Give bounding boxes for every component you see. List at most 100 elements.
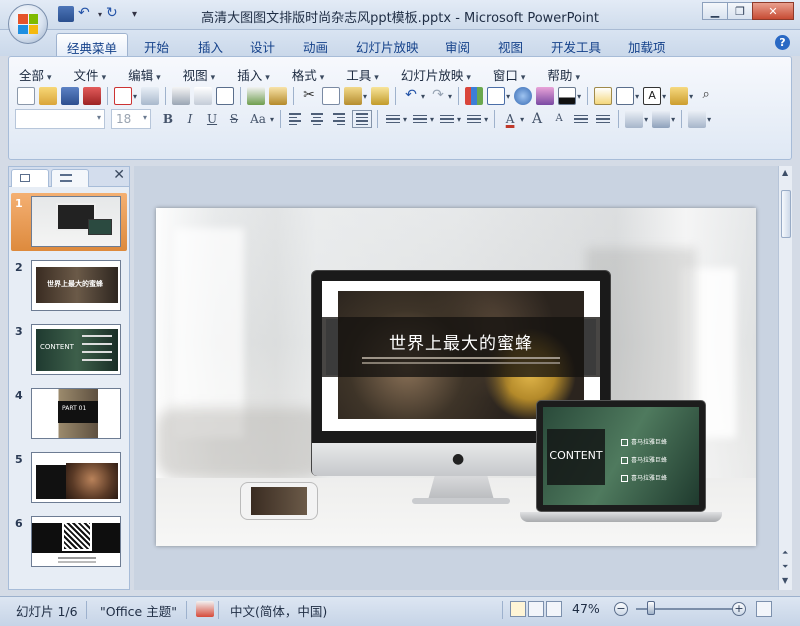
increase-indent-icon[interactable]: [593, 110, 613, 128]
help-icon[interactable]: ?: [775, 35, 790, 50]
shapes-icon[interactable]: [625, 110, 644, 128]
restore-button[interactable]: ❐: [727, 2, 753, 20]
menu-help[interactable]: 帮助 ▾: [547, 65, 580, 84]
hyperlink-icon[interactable]: [514, 87, 533, 105]
shrink-font-button[interactable]: A: [549, 109, 569, 129]
chevron-down-icon[interactable]: ▾: [707, 115, 711, 124]
menu-file[interactable]: 文件 ▾: [74, 65, 107, 84]
chevron-down-icon[interactable]: ▾: [403, 115, 407, 124]
slide-thumbnail-row[interactable]: 1: [11, 193, 127, 251]
table-icon[interactable]: [487, 87, 506, 105]
font-color-button[interactable]: A: [500, 109, 520, 129]
chevron-down-icon[interactable]: ▾: [430, 115, 434, 124]
chevron-down-icon[interactable]: ▾: [448, 92, 452, 101]
permission-icon[interactable]: [83, 87, 101, 105]
zoom-out-icon[interactable]: −: [614, 602, 628, 616]
menu-insert[interactable]: 插入 ▾: [237, 65, 270, 84]
quick-styles-icon[interactable]: [688, 110, 707, 128]
slide-layout-icon[interactable]: [616, 87, 635, 105]
tab-slideshow[interactable]: 幻灯片放映: [346, 33, 429, 56]
slide-thumbnail[interactable]: [31, 516, 121, 567]
redo-icon[interactable]: ↷: [429, 87, 447, 105]
tab-home[interactable]: 开始: [134, 33, 179, 56]
justify-icon[interactable]: [352, 110, 373, 128]
scroll-down-icon[interactable]: ▼: [782, 576, 788, 585]
chart-icon[interactable]: [465, 87, 484, 105]
previous-slide-icon[interactable]: ⏶: [782, 548, 788, 558]
align-right-icon[interactable]: [330, 110, 350, 128]
layout-icon[interactable]: [216, 87, 235, 105]
scroll-thumb[interactable]: [781, 190, 791, 238]
chevron-down-icon[interactable]: ▾: [506, 92, 510, 101]
attach-icon[interactable]: [141, 87, 160, 105]
numbering-icon[interactable]: [437, 110, 457, 128]
slide-thumbnail-row[interactable]: 6: [11, 513, 127, 571]
close-button[interactable]: ✕: [752, 2, 794, 20]
text-box-icon[interactable]: A: [643, 87, 662, 105]
chevron-down-icon[interactable]: ▾: [689, 92, 693, 101]
open-icon[interactable]: [39, 87, 57, 105]
spelling-icon[interactable]: [247, 87, 266, 105]
menu-window[interactable]: 窗口 ▾: [493, 65, 526, 84]
grow-font-button[interactable]: A: [527, 109, 547, 129]
save-icon[interactable]: [61, 87, 79, 105]
bullets-icon[interactable]: [464, 110, 484, 128]
cut-icon[interactable]: ✂: [300, 87, 318, 105]
minimize-button[interactable]: ▁: [702, 2, 728, 20]
slide-thumbnail-row[interactable]: 3 CONTENT: [11, 321, 127, 379]
language-indicator[interactable]: 中文(简体，中国): [230, 601, 327, 620]
menu-view[interactable]: 视图 ▾: [183, 65, 216, 84]
chevron-down-icon[interactable]: ▾: [577, 92, 581, 101]
slide-thumbnail[interactable]: [31, 452, 121, 503]
chevron-down-icon[interactable]: ▾: [363, 92, 367, 101]
strikethrough-button[interactable]: S: [224, 109, 244, 129]
zoom-level[interactable]: 47%: [572, 601, 600, 616]
chevron-down-icon[interactable]: ▾: [520, 115, 524, 124]
vertical-scrollbar[interactable]: ▲ ⏶ ⏷ ▼: [778, 166, 792, 590]
chevron-down-icon[interactable]: ▾: [662, 92, 666, 101]
menu-slideshow[interactable]: 幻灯片放映 ▾: [401, 65, 471, 84]
slide-sorter-view-button[interactable]: [528, 601, 544, 617]
font-family-combo[interactable]: ▾: [15, 109, 105, 129]
search-icon[interactable]: ⌕: [697, 87, 715, 105]
print-preview-icon[interactable]: [194, 87, 213, 105]
slide-thumbnail[interactable]: CONTENT: [31, 324, 121, 375]
tab-outline[interactable]: [51, 169, 89, 187]
chevron-down-icon[interactable]: ▾: [635, 92, 639, 101]
folder-icon[interactable]: [670, 87, 689, 105]
tab-design[interactable]: 设计: [240, 33, 285, 56]
tab-slides[interactable]: [11, 169, 49, 187]
tab-classic-menu[interactable]: 经典菜单: [56, 33, 129, 56]
align-center-icon[interactable]: [308, 110, 328, 128]
research-icon[interactable]: [269, 87, 288, 105]
chevron-down-icon[interactable]: ▾: [484, 115, 488, 124]
chevron-down-icon[interactable]: ▾: [421, 92, 425, 101]
zoom-in-icon[interactable]: +: [732, 602, 746, 616]
italic-button[interactable]: I: [180, 109, 200, 129]
current-slide[interactable]: 世界上最大的蜜蜂 ● CONTENT 喜马拉雅巨蜂 喜马拉雅巨蜂 喜马拉雅巨蜂: [156, 208, 756, 546]
slide-thumbnail[interactable]: [31, 196, 121, 247]
new-slide-icon[interactable]: [594, 87, 613, 105]
slide-thumbnail-row[interactable]: 2 世界上最大的蜜蜂: [11, 257, 127, 315]
undo-icon[interactable]: ↶: [402, 87, 420, 105]
format-painter-icon[interactable]: [371, 87, 390, 105]
clipart-icon[interactable]: [536, 87, 555, 105]
spellcheck-icon[interactable]: [196, 601, 214, 617]
font-size-combo[interactable]: 18 ▾: [111, 109, 151, 129]
scroll-up-icon[interactable]: ▲: [782, 168, 788, 177]
chevron-down-icon[interactable]: ▾: [671, 115, 675, 124]
new-icon[interactable]: [17, 87, 35, 105]
text-direction-icon[interactable]: [410, 110, 430, 128]
bold-button[interactable]: B: [158, 109, 178, 129]
slide-thumbnail-row[interactable]: 5: [11, 449, 127, 507]
columns-icon[interactable]: [383, 110, 403, 128]
fit-to-window-icon[interactable]: [756, 601, 772, 617]
chevron-down-icon[interactable]: ▾: [133, 92, 137, 101]
menu-all[interactable]: 全部 ▾: [19, 65, 52, 84]
normal-view-button[interactable]: [510, 601, 526, 617]
tab-addins[interactable]: 加载项: [618, 33, 676, 56]
slideshow-view-button[interactable]: [546, 601, 562, 617]
decrease-indent-icon[interactable]: [571, 110, 591, 128]
office-button[interactable]: [8, 4, 48, 44]
menu-edit[interactable]: 编辑 ▾: [128, 65, 161, 84]
